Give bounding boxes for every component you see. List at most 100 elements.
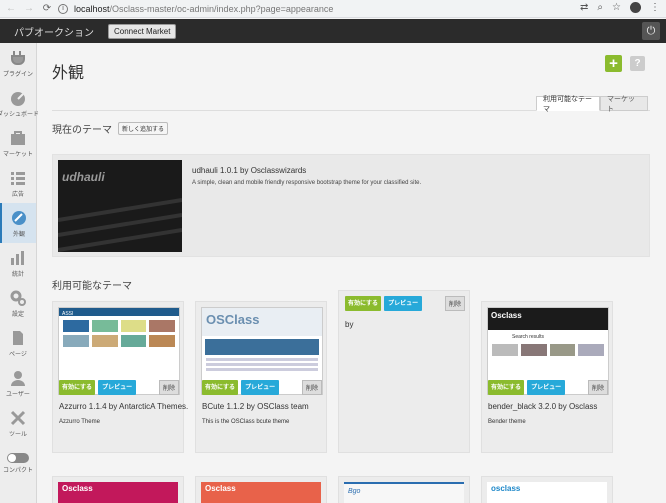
profile-avatar-icon[interactable] [630, 2, 641, 13]
preview-button[interactable]: プレビュー [527, 380, 566, 395]
sidebar-item-label: ツール [8, 431, 27, 438]
sidebar-item-stats[interactable]: 統計 [0, 243, 36, 283]
theme-name: BCute 1.1.2 by OSClass team [202, 402, 309, 411]
address-bar[interactable]: i localhost/Osclass-master/oc-admin/inde… [58, 1, 578, 17]
sidebar-item-settings[interactable]: 設定 [0, 283, 36, 323]
translate-icon[interactable]: ⇄ [580, 2, 588, 13]
info-icon[interactable]: i [58, 4, 68, 14]
appearance-icon [9, 209, 29, 227]
star-icon[interactable]: ☆ [612, 2, 621, 13]
menu-icon[interactable]: ⋮ [650, 2, 660, 13]
current-theme-description: A simple, clean and mobile friendly resp… [192, 180, 422, 186]
page-title: 外観 [52, 65, 85, 82]
main-content: 外観 + ? 利用可能なテーマ マーケット 現在のテーマ 新しく追加する udh… [38, 43, 666, 503]
delete-button[interactable]: 削除 [444, 296, 465, 311]
plug-icon [8, 49, 28, 67]
current-theme-title: 現在のテーマ [52, 125, 112, 136]
current-theme-name: udhauli 1.0.1 by Osclasswizards [192, 166, 307, 175]
dashboard-icon [8, 89, 28, 107]
thumb-logo: Bgo [348, 488, 361, 495]
sidebar-item-label: コンパクト [2, 467, 33, 474]
sidebar-item-tools[interactable]: ツール [0, 403, 36, 443]
thumb-pattern [58, 198, 182, 252]
thumb-logo: Osclass [491, 311, 522, 320]
theme-card-bender-black: Osclass Search results 有効にする プレビュー 削除 be… [481, 301, 613, 453]
theme-card-bottom-1: Osclass [52, 476, 184, 503]
theme-card-bottom-4: osclass [481, 476, 613, 503]
help-button[interactable]: ? [630, 56, 645, 71]
sidebar-item-label: プラグイン [2, 71, 33, 78]
tab-available-themes[interactable]: 利用可能なテーマ [536, 96, 600, 113]
url-host: localhost [74, 4, 110, 14]
forward-icon[interactable]: → [22, 2, 36, 16]
sidebar-item-label: 設定 [11, 311, 24, 318]
sidebar-item-compact[interactable]: コンパクト [0, 443, 36, 483]
sidebar-item-label: 統計 [11, 271, 24, 278]
reload-icon[interactable]: ⟳ [40, 2, 54, 16]
toggle-icon[interactable] [7, 452, 29, 463]
theme-description: Azzurro Theme [59, 419, 100, 425]
theme-card-bcute: OSClass 有効にする プレビュー 削除 BCute 1.1.2 by OS… [195, 301, 327, 453]
theme-actions: 有効にする プレビュー 削除 [488, 380, 608, 395]
theme-description: Bender theme [488, 419, 526, 425]
current-theme-heading: 現在のテーマ 新しく追加する [52, 121, 169, 136]
preview-button[interactable]: プレビュー [241, 380, 280, 395]
thumb-header: ASSI [59, 308, 179, 317]
connect-market-button[interactable]: Connect Market [108, 23, 177, 39]
sidebar-item-plugins[interactable]: プラグイン [0, 43, 36, 83]
activate-button[interactable]: 有効にする [345, 296, 382, 311]
thumb-logo: Osclass [62, 484, 93, 493]
delete-button[interactable]: 削除 [301, 380, 322, 395]
activate-button[interactable]: 有効にする [59, 380, 96, 395]
sidebar-item-users[interactable]: ユーザー [0, 363, 36, 403]
preview-button[interactable]: プレビュー [98, 380, 137, 395]
browser-actions: ⇄ ⌕ ☆ ⋮ [580, 2, 660, 13]
thumb-logo: Osclass [205, 484, 236, 493]
sidebar-item-dashboard[interactable]: ダッシュボード [0, 83, 39, 123]
sidebar-item-market[interactable]: マーケット [0, 123, 36, 163]
thumb-logo: OSClass [206, 312, 260, 327]
list-icon [8, 169, 28, 187]
sidebar-item-label: 外観 [12, 231, 25, 238]
admin-sidebar: プラグイン ダッシュボード マーケット 広告 外観 統計 設定 ページ ユーザー… [0, 43, 39, 503]
user-icon [8, 369, 28, 387]
site-title[interactable]: パブオークション [14, 24, 94, 39]
tab-market[interactable]: マーケット [600, 96, 648, 113]
zoom-icon[interactable]: ⌕ [597, 2, 603, 13]
available-themes-heading: 利用可能なテーマ [52, 281, 132, 292]
pages-icon [8, 329, 28, 347]
delete-button[interactable]: 削除 [587, 380, 608, 395]
sidebar-item-appearance[interactable]: 外観 [0, 203, 36, 243]
current-theme-panel: udhauli udhauli 1.0.1 by Osclasswizards … [52, 154, 650, 257]
back-icon[interactable]: ← [4, 2, 18, 16]
activate-button[interactable]: 有効にする [202, 380, 239, 395]
theme-card-unknown: 有効にする プレビュー 削除 by [338, 290, 470, 453]
sidebar-item-pages[interactable]: ページ [0, 323, 36, 363]
thumb-search: Search results [512, 334, 544, 340]
activate-button[interactable]: 有効にする [488, 380, 525, 395]
thumb-logo: osclass [491, 484, 521, 493]
delete-button[interactable]: 削除 [158, 380, 179, 395]
sidebar-item-label: 広告 [11, 191, 24, 198]
theme-name: bender_black 3.2.0 by Osclass [488, 402, 598, 411]
theme-actions: 有効にする プレビュー 削除 [202, 380, 322, 395]
browser-toolbar: ← → ⟳ i localhost/Osclass-master/oc-admi… [0, 0, 666, 18]
market-icon [8, 129, 28, 147]
theme-card-bottom-2: Osclass [195, 476, 327, 503]
url-path: /Osclass-master/oc-admin/index.php?page=… [109, 4, 334, 14]
add-new-button[interactable]: 新しく追加する [118, 122, 169, 135]
sidebar-item-label: ページ [9, 351, 27, 358]
add-theme-button[interactable]: + [605, 55, 622, 72]
plus-icon: + [609, 55, 618, 72]
theme-actions: 有効にする プレビュー 削除 [59, 380, 179, 395]
preview-button[interactable]: プレビュー [384, 296, 423, 311]
thumb-grid [59, 316, 179, 351]
theme-name: Azzurro 1.1.4 by AntarcticA Themes. [59, 402, 189, 411]
current-theme-thumbnail: udhauli [58, 160, 182, 252]
logout-power-icon[interactable]: ⏻ [642, 22, 660, 40]
theme-name: by [345, 320, 354, 329]
stats-icon [8, 249, 28, 267]
theme-description: This is the OSClass bcute theme [202, 419, 290, 425]
sidebar-item-ads[interactable]: 広告 [0, 163, 36, 203]
settings-icon [8, 289, 28, 307]
